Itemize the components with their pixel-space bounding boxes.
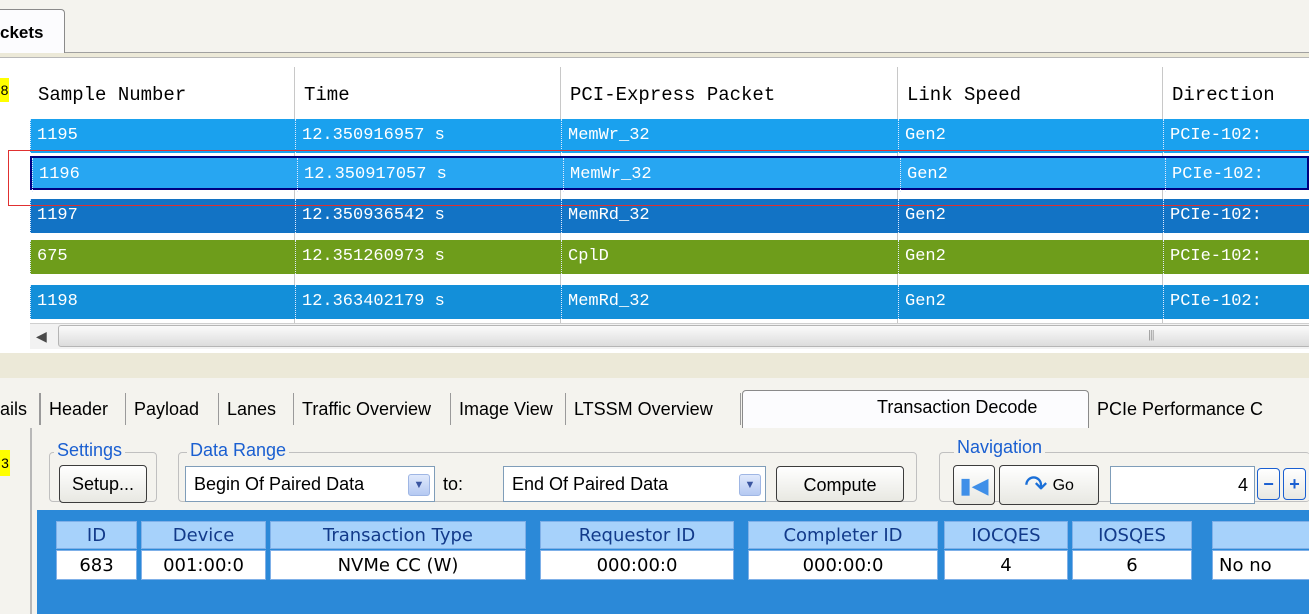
tab-traffic-overview[interactable]: Traffic Overview	[294, 393, 451, 425]
range-end-select[interactable]: End Of Paired Data ▼	[503, 466, 766, 502]
column-header-time[interactable]: Time	[295, 67, 560, 123]
cell-direction: PCIe-102:	[1163, 240, 1309, 274]
tab-packets[interactable]: ckets	[0, 9, 65, 53]
cell-time: 12.351260973 s	[295, 240, 560, 274]
column-header-pci-express-packet[interactable]: PCI-Express Packet	[561, 67, 897, 123]
scrollbar-thumb[interactable]	[58, 325, 1309, 347]
increment-button[interactable]: +	[1283, 468, 1306, 500]
tab-lanes[interactable]: Lanes	[219, 393, 294, 425]
tab-ltssm-overview[interactable]: LTSSM Overview	[566, 393, 741, 425]
cell-packet: CplD	[561, 240, 897, 274]
column-header-direction[interactable]: Direction	[1163, 67, 1309, 123]
decode-value-requestor-id: 000:00:0	[540, 550, 734, 580]
decode-header-iosqes: IOSQES	[1072, 521, 1192, 549]
column-header-link-speed[interactable]: Link Speed	[898, 67, 1162, 123]
row-marker-badge: 8	[0, 78, 9, 102]
tab-header[interactable]: Header	[40, 393, 126, 425]
tab-payload[interactable]: Payload	[126, 393, 219, 425]
tab-pcie-performance[interactable]: PCIe Performance C	[1089, 393, 1309, 425]
tab-details[interactable]: ails	[0, 393, 40, 425]
decode-header-id: ID	[56, 521, 137, 549]
decode-value-transaction-type: NVMe CC (W)	[270, 550, 526, 580]
cell-speed: Gen2	[898, 285, 1162, 319]
scroll-left-arrow-icon[interactable]: ◀	[36, 328, 54, 344]
selection-outline	[8, 150, 1309, 206]
go-button[interactable]: ↷ Go	[999, 465, 1099, 505]
decode-header-iocqes: IOCQES	[944, 521, 1068, 549]
cell-packet: MemRd_32	[561, 285, 897, 319]
top-tab-strip	[0, 0, 1309, 53]
cell-direction: PCIe-102:	[1163, 285, 1309, 319]
data-range-group-label: Data Range	[187, 440, 290, 461]
cell-speed: Gen2	[898, 119, 1162, 153]
cell-speed: Gen2	[898, 240, 1162, 274]
decode-value-completer-id: 000:00:0	[748, 550, 938, 580]
cell-sample: 1198	[30, 285, 294, 319]
setup-button[interactable]: Setup...	[59, 465, 147, 503]
decode-value-extra: No no	[1212, 550, 1309, 580]
navigation-group-label: Navigation	[954, 437, 1046, 458]
compute-button[interactable]: Compute	[776, 466, 904, 502]
go-label: Go	[1052, 477, 1074, 494]
first-record-button[interactable]: ▮◀	[953, 465, 995, 505]
cell-time: 12.350916957 s	[295, 119, 560, 153]
cell-direction: PCIe-102:	[1163, 119, 1309, 153]
tab-image-view[interactable]: Image View	[451, 393, 566, 425]
decode-header-transaction-type: Transaction Type	[270, 521, 526, 549]
cell-time: 12.363402179 s	[295, 285, 560, 319]
tab-transaction-decode[interactable]: Transaction Decode	[742, 390, 1089, 428]
range-start-value: Begin Of Paired Data	[194, 474, 365, 494]
range-start-select[interactable]: Begin Of Paired Data ▼	[185, 466, 435, 502]
cell-sample: 1195	[30, 119, 294, 153]
settings-group-label: Settings	[54, 440, 126, 461]
scrollbar-grip-icon: |||	[1148, 329, 1155, 341]
cell-sample: 675	[30, 240, 294, 274]
decode-header-device: Device	[141, 521, 266, 549]
decode-header-extra	[1212, 521, 1309, 549]
table-row[interactable]: 1198 12.363402179 s MemRd_32 Gen2 PCIe-102:	[30, 285, 1309, 319]
chevron-down-icon[interactable]: ▼	[739, 474, 761, 496]
column-header-sample-number[interactable]: Sample Number	[30, 67, 294, 123]
decode-header-completer-id: Completer ID	[748, 521, 938, 549]
decode-value-id: 683	[56, 550, 137, 580]
decode-value-device: 001:00:0	[141, 550, 266, 580]
decrement-button[interactable]: −	[1257, 468, 1280, 500]
chevron-down-icon[interactable]: ▼	[408, 474, 430, 496]
range-to-label: to:	[443, 474, 464, 494]
record-number-input[interactable]: 4	[1110, 466, 1255, 504]
decode-value-iocqes: 4	[944, 550, 1068, 580]
table-row[interactable]: 1195 12.350916957 s MemWr_32 Gen2 PCIe-102:	[30, 119, 1309, 153]
decode-value-iosqes: 6	[1072, 550, 1192, 580]
range-end-value: End Of Paired Data	[512, 474, 669, 494]
panel-marker-badge: 3	[0, 450, 10, 476]
cell-packet: MemWr_32	[561, 119, 897, 153]
decode-header-requestor-id: Requestor ID	[540, 521, 734, 549]
table-row[interactable]: 675 12.351260973 s CplD Gen2 PCIe-102:	[30, 240, 1309, 274]
redo-arrow-icon: ↷	[1024, 470, 1048, 501]
skip-to-start-icon: ▮◀	[959, 473, 989, 498]
